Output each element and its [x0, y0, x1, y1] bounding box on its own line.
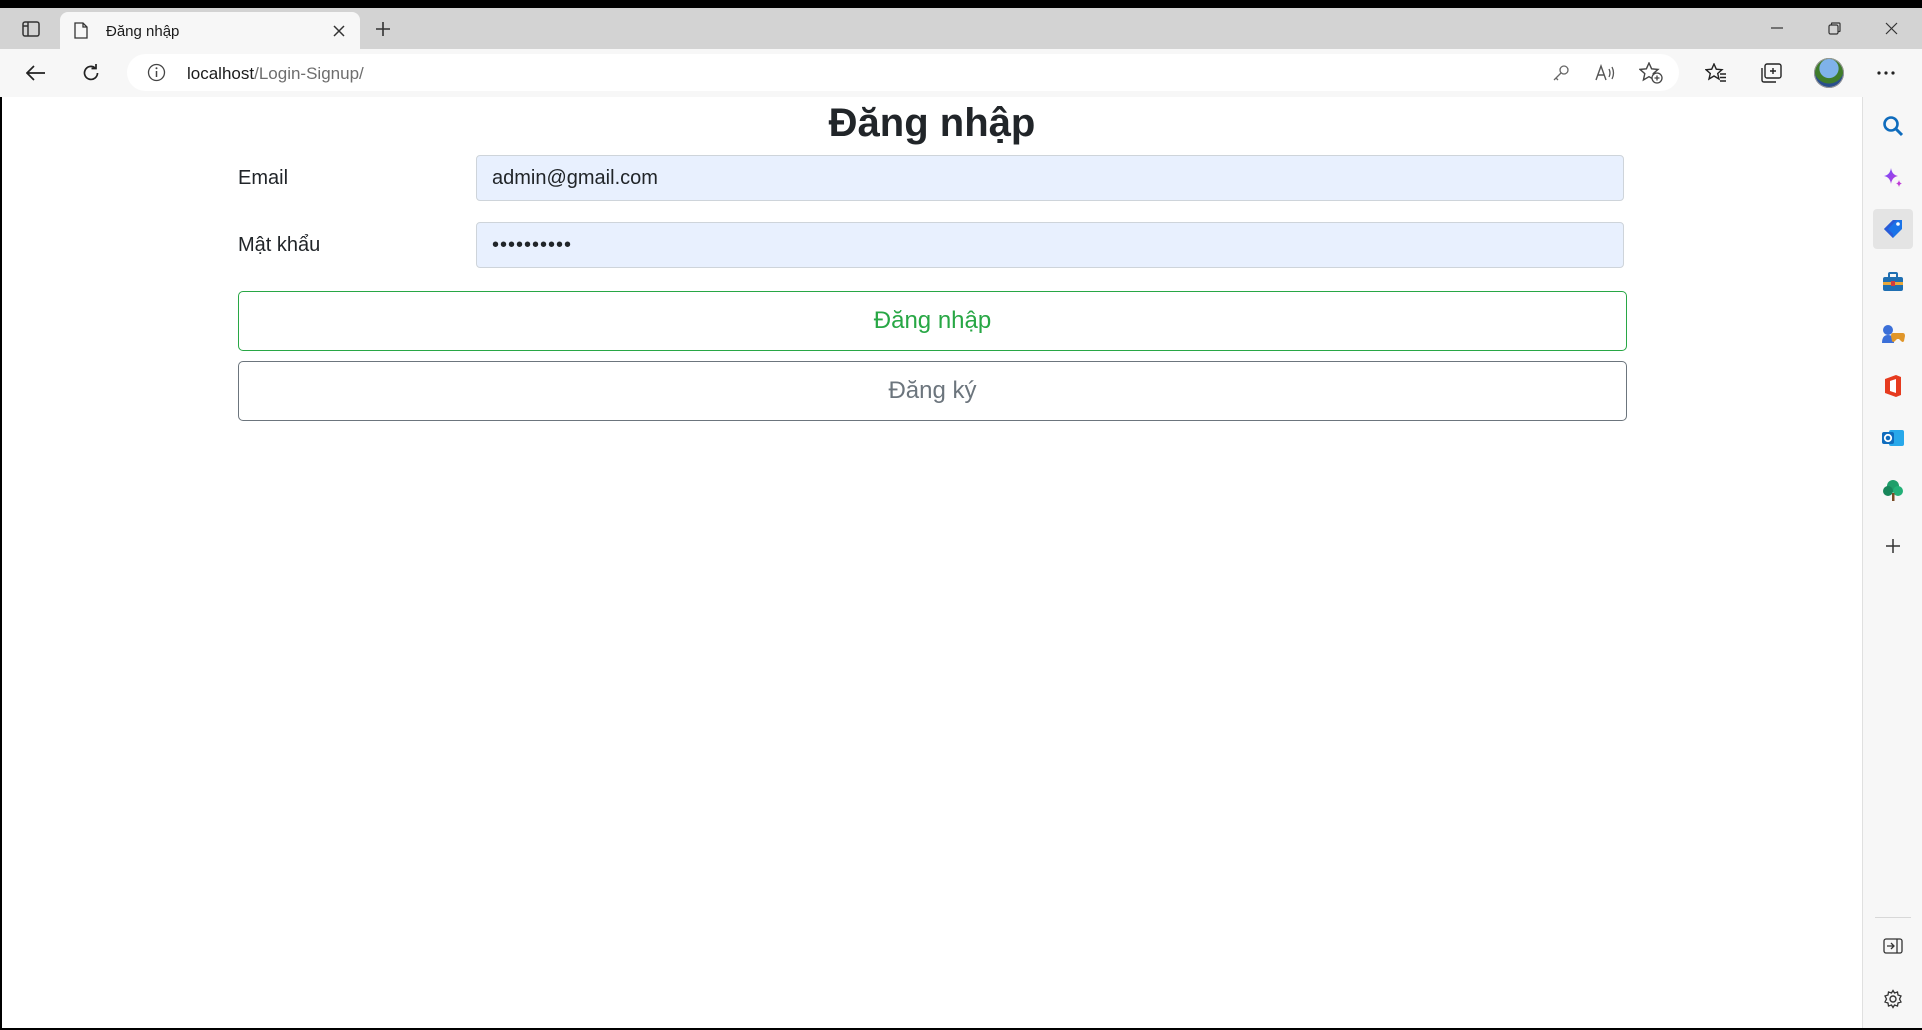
signup-button[interactable]: Đăng ký	[238, 361, 1627, 421]
search-icon[interactable]	[1873, 106, 1913, 146]
password-field[interactable]	[476, 222, 1624, 268]
address-bar[interactable]: localhost/Login-Signup/	[127, 54, 1679, 91]
browser-titlebar: Đăng nhập	[0, 8, 1922, 49]
reload-icon[interactable]	[73, 57, 109, 89]
office-icon[interactable]	[1873, 366, 1913, 406]
browser-tab[interactable]: Đăng nhập	[60, 12, 360, 49]
tree-icon[interactable]	[1873, 470, 1913, 510]
edge-sidebar	[1862, 97, 1922, 1030]
new-tab-button[interactable]	[368, 14, 398, 44]
info-icon[interactable]	[147, 63, 166, 87]
sidebar-divider	[1875, 917, 1911, 918]
favorites-icon[interactable]	[1698, 57, 1734, 89]
page-title: Đăng nhập	[828, 101, 1036, 145]
url-text: localhost/Login-Signup/	[187, 64, 364, 84]
profile-avatar[interactable]	[1814, 58, 1844, 88]
close-tab-icon[interactable]	[328, 20, 350, 42]
restore-button[interactable]	[1811, 12, 1857, 44]
back-arrow-icon[interactable]	[18, 57, 54, 89]
close-window-button[interactable]	[1868, 12, 1914, 44]
password-label: Mật khẩu	[238, 234, 321, 256]
url-host: localhost	[187, 64, 255, 83]
collections-icon[interactable]	[1753, 57, 1789, 89]
add-icon[interactable]	[1873, 526, 1913, 566]
browser-toolbar: localhost/Login-Signup/	[0, 49, 1922, 97]
minimize-button[interactable]	[1754, 12, 1800, 44]
more-icon[interactable]	[1868, 57, 1904, 89]
document-icon	[74, 22, 88, 44]
star-add-icon[interactable]	[1637, 60, 1665, 86]
key-icon[interactable]	[1547, 60, 1575, 86]
shopping-tag-icon[interactable]	[1873, 209, 1913, 249]
tools-icon[interactable]	[1873, 262, 1913, 302]
hide-sidebar-icon[interactable]	[1873, 926, 1913, 966]
plus-icon	[376, 22, 390, 36]
tab-title: Đăng nhập	[106, 23, 180, 40]
outlook-icon[interactable]	[1873, 418, 1913, 458]
email-field[interactable]	[476, 155, 1624, 201]
settings-icon[interactable]	[1873, 979, 1913, 1019]
read-aloud-icon[interactable]	[1592, 60, 1620, 86]
tab-actions-icon[interactable]	[14, 14, 48, 44]
page-viewport: Đăng nhập Email Mật khẩu Đăng nhập Đăng …	[2, 97, 1862, 1028]
url-path: /Login-Signup/	[254, 64, 364, 83]
login-button[interactable]: Đăng nhập	[238, 291, 1627, 351]
copilot-icon[interactable]	[1873, 158, 1913, 198]
email-label: Email	[238, 167, 289, 189]
games-icon[interactable]	[1873, 314, 1913, 354]
